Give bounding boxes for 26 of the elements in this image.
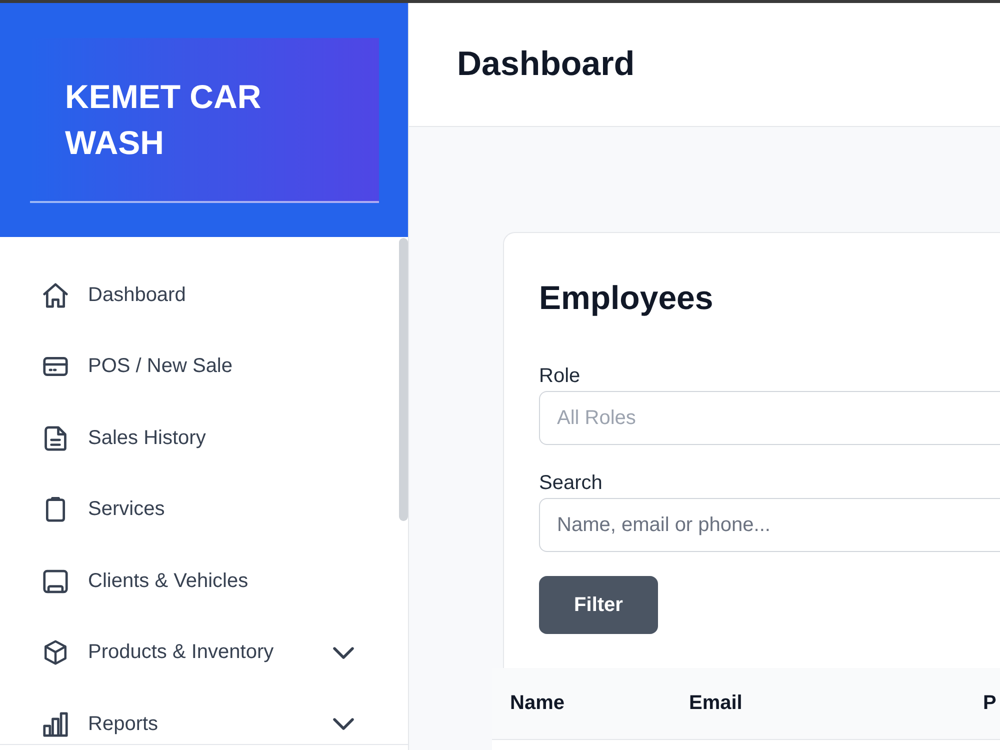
nav-item[interactable]: POS / New Sale bbox=[43, 350, 233, 382]
nav-item[interactable]: Dashboard bbox=[43, 279, 186, 311]
search-field[interactable]: Name, email or phone... bbox=[539, 498, 1000, 552]
field-label: Search bbox=[539, 471, 602, 495]
home-icon bbox=[43, 282, 68, 308]
bar-chart-icon bbox=[43, 712, 68, 736]
field-label: Role bbox=[539, 364, 580, 388]
cube-icon bbox=[43, 640, 68, 665]
column-header: P bbox=[983, 692, 996, 715]
page-title: Dashboard bbox=[457, 45, 635, 84]
scrollbar-thumb[interactable] bbox=[399, 238, 408, 521]
column-header: Email bbox=[689, 692, 744, 715]
dropdown-field[interactable]: All Roles bbox=[539, 391, 1000, 445]
brand-title: KEMET CAR WASH bbox=[65, 77, 262, 163]
credit-card-icon bbox=[43, 354, 68, 379]
column-header: Name bbox=[510, 692, 566, 715]
nav-item[interactable]: Services bbox=[43, 494, 165, 526]
nav-item[interactable]: Clients & Vehicles bbox=[43, 565, 248, 597]
nav-item[interactable]: Products & Inventory bbox=[43, 636, 354, 668]
document-icon bbox=[43, 426, 68, 450]
tray-icon bbox=[43, 568, 68, 594]
nav-item[interactable]: Sales History bbox=[43, 422, 206, 454]
card-title: Employees bbox=[539, 278, 714, 318]
clipboard-icon bbox=[43, 497, 68, 522]
nav-item[interactable]: Reports bbox=[43, 708, 354, 740]
filter-button[interactable]: Filter bbox=[539, 576, 658, 634]
